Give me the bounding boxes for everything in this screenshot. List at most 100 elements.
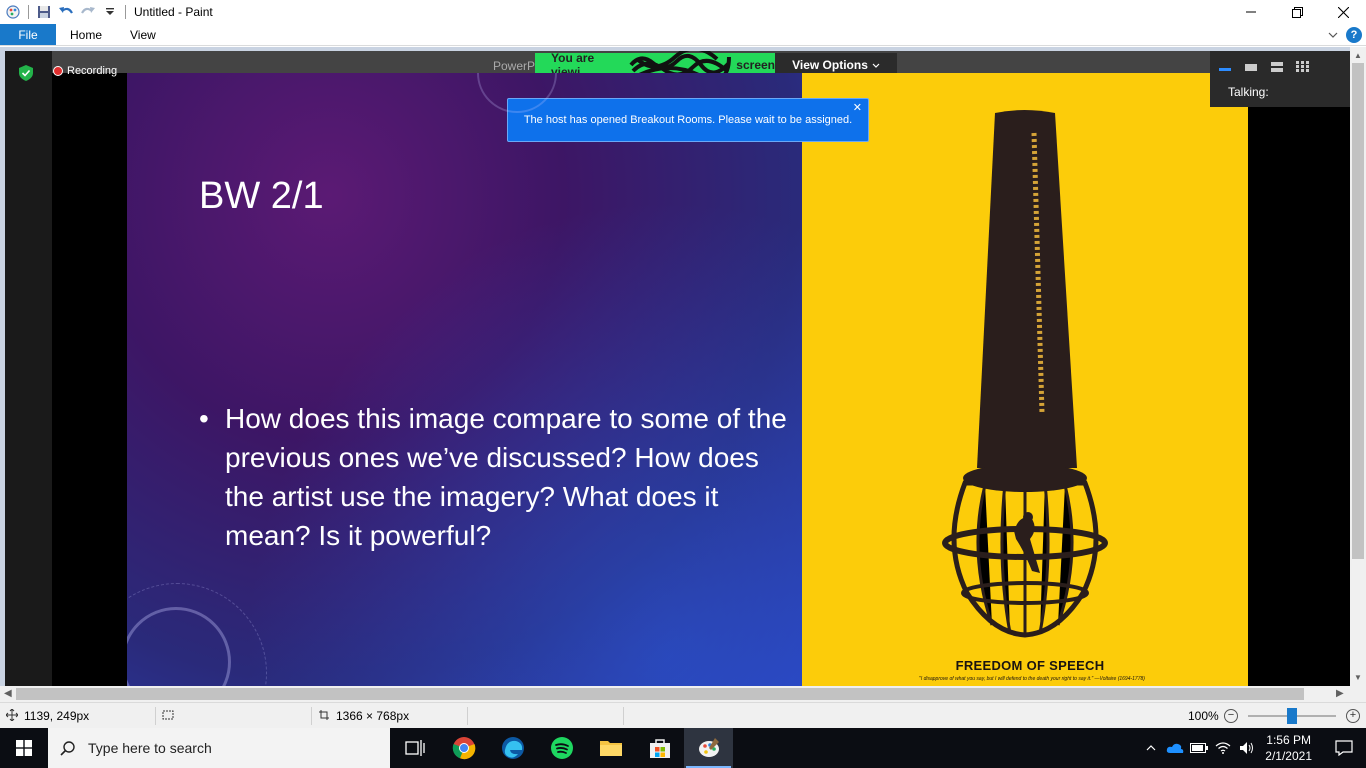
slide-title: BW 2/1 (199, 175, 324, 217)
quick-access-toolbar (0, 0, 130, 24)
start-button[interactable] (0, 728, 48, 768)
recording-indicator: Recording (53, 65, 117, 77)
title-bar: Untitled - Paint (0, 0, 1366, 24)
store-icon (649, 739, 670, 758)
status-bar: 1139, 249px 1366 × 768px 100% − + (0, 702, 1366, 728)
shared-slide: BW 2/1 • How does this image compare to … (127, 73, 1248, 686)
chevron-down-icon[interactable] (1328, 28, 1338, 42)
scroll-up-icon[interactable]: ▲ (1354, 51, 1362, 60)
talking-panel: Talking: (1210, 51, 1350, 107)
vertical-scroll-thumb[interactable] (1352, 63, 1364, 559)
freedom-of-speech-poster: FREEDOM OF SPEECH "I disapprove of what … (802, 73, 1248, 686)
clock-time: 1:56 PM (1266, 733, 1311, 747)
clock-date: 2/1/2021 (1265, 749, 1312, 763)
volume-icon[interactable] (1235, 741, 1259, 755)
slide-bullet: • How does this image compare to some of… (199, 399, 789, 555)
help-icon[interactable]: ? (1346, 27, 1362, 43)
horizontal-scroll-thumb[interactable] (16, 688, 1304, 700)
window-title: Untitled - Paint (134, 5, 213, 19)
status-divider (311, 707, 312, 725)
show-hidden-icons-chevron-icon[interactable] (1139, 744, 1163, 752)
zoom-level: 100% (1188, 703, 1219, 729)
paint-palette-icon (698, 738, 719, 757)
notification-text: The host has opened Breakout Rooms. Plea… (523, 114, 853, 126)
window-controls (1228, 0, 1366, 24)
poster-caption: FREEDOM OF SPEECH (955, 658, 1105, 673)
save-icon[interactable] (33, 0, 55, 24)
status-divider (623, 707, 624, 725)
vertical-scrollbar[interactable]: ▲ ▼ (1350, 47, 1366, 686)
tab-home[interactable]: Home (56, 24, 116, 45)
zoom-right-gutter (1248, 73, 1350, 686)
taskbar-chrome[interactable] (439, 728, 488, 768)
talking-label: Talking: (1228, 85, 1269, 99)
tab-file[interactable]: File (0, 24, 56, 45)
canvas-image[interactable]: Recording PowerPo You are viewi screen V… (5, 51, 1350, 686)
image-size-text: 1366 × 768px (336, 709, 410, 723)
viewing-text-end: screen (736, 58, 775, 72)
paint-app-icon[interactable] (2, 0, 24, 24)
bullet-text: How does this image compare to some of t… (225, 403, 787, 551)
battery-icon[interactable] (1187, 743, 1211, 753)
scroll-corner (1350, 686, 1366, 702)
crosshair-icon (5, 708, 19, 724)
taskbar-store[interactable] (635, 728, 684, 768)
grid-view-icon[interactable] (1296, 60, 1310, 76)
undo-icon[interactable] (55, 0, 77, 24)
close-icon[interactable]: ✕ (853, 101, 862, 114)
windows-taskbar: Type here to search 1:56 PM 2/1/2021 (0, 728, 1366, 768)
zoom-out-button[interactable]: − (1224, 709, 1238, 723)
wifi-icon[interactable] (1211, 742, 1235, 754)
task-view-icon (404, 740, 425, 756)
close-button[interactable] (1320, 0, 1366, 24)
horizontal-scrollbar[interactable]: ◀ ▶ (0, 686, 1350, 702)
zoom-in-button[interactable]: + (1346, 709, 1360, 723)
selection-icon (162, 709, 174, 724)
breakout-rooms-notification: The host has opened Breakout Rooms. Plea… (507, 98, 869, 142)
taskbar-edge[interactable] (488, 728, 537, 768)
talking-panel-toolbar (1210, 51, 1350, 77)
folder-icon (599, 741, 622, 756)
scroll-left-icon[interactable]: ◀ (4, 688, 12, 699)
ribbon-right: ? (1328, 24, 1362, 46)
taskbar-clock[interactable]: 1:56 PM 2/1/2021 (1265, 732, 1312, 764)
onedrive-icon[interactable] (1163, 742, 1187, 754)
strip-view-icon[interactable] (1270, 61, 1284, 75)
taskbar-file-explorer[interactable] (586, 728, 635, 768)
recording-label: Recording (67, 65, 118, 77)
single-view-icon[interactable] (1244, 61, 1258, 75)
separator (125, 5, 126, 19)
search-icon (48, 740, 88, 756)
taskbar-search-box[interactable]: Type here to search (48, 728, 390, 768)
cursor-position: 1139, 249px (5, 703, 89, 729)
windows-logo-icon (16, 740, 32, 756)
view-options-label: View Options (792, 58, 868, 72)
slide-text-panel (127, 73, 802, 686)
tab-view[interactable]: View (116, 24, 170, 45)
minimize-button[interactable] (1228, 0, 1274, 24)
minimize-video-icon[interactable] (1218, 61, 1232, 75)
status-divider (467, 707, 468, 725)
microphone-birdcage-icon (942, 110, 1108, 638)
taskbar-paint[interactable] (684, 728, 733, 768)
task-view-button[interactable] (390, 728, 439, 768)
scroll-right-icon[interactable]: ▶ (1336, 688, 1344, 699)
edge-icon (501, 737, 524, 759)
zoom-slider-thumb[interactable] (1287, 708, 1297, 724)
notification-center-icon[interactable] (1322, 740, 1366, 756)
zoom-level-text: 100% (1188, 709, 1219, 723)
redo-icon[interactable] (77, 0, 99, 24)
spotify-icon (550, 737, 573, 759)
system-tray: 1:56 PM 2/1/2021 (1139, 728, 1366, 768)
zoom-side-panel (5, 51, 52, 686)
chevron-down-icon (872, 58, 880, 72)
restore-button[interactable] (1274, 0, 1320, 24)
image-size-icon (318, 709, 330, 724)
taskbar-spotify[interactable] (537, 728, 586, 768)
scroll-down-icon[interactable]: ▼ (1354, 673, 1362, 682)
canvas-workspace[interactable]: Recording PowerPo You are viewi screen V… (0, 47, 1350, 686)
customize-toolbar-icon[interactable] (99, 0, 121, 24)
bullet-icon: • (199, 403, 209, 434)
chrome-icon (452, 737, 475, 760)
poster-quote: "I disapprove of what you say, but I wil… (919, 676, 1145, 682)
